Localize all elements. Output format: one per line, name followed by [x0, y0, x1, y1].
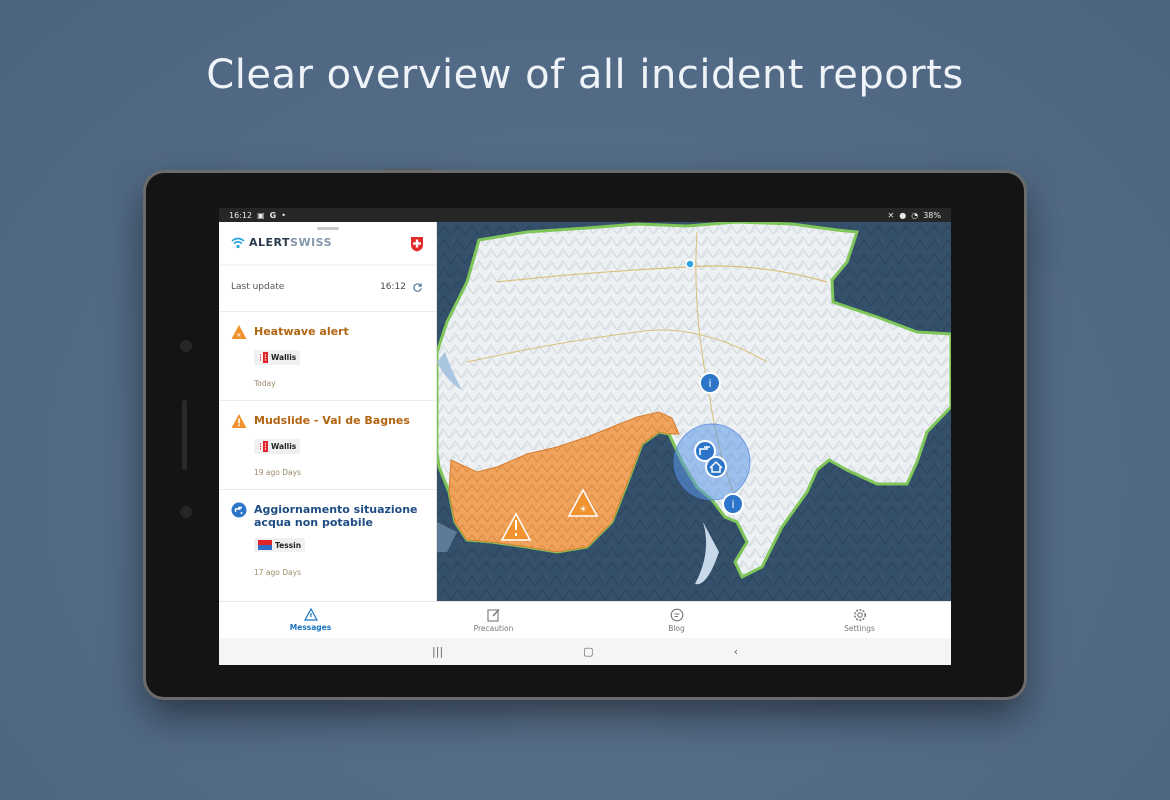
tablet-camera — [180, 506, 192, 518]
brand-part-2: SWISS — [290, 236, 333, 249]
info-marker[interactable]: i — [722, 493, 744, 515]
mute-icon: ✕ — [887, 210, 895, 220]
edit-note-icon — [486, 608, 499, 622]
recent-apps-icon[interactable]: ||| — [432, 645, 443, 658]
last-update-label: Last update — [231, 282, 285, 292]
nav-label: Settings — [844, 623, 875, 633]
refresh-icon[interactable] — [412, 282, 423, 293]
notification-dot-icon: • — [281, 210, 286, 220]
swiss-shield-icon — [411, 237, 423, 252]
svg-text:i: i — [731, 498, 734, 511]
region-name: Wallis — [271, 353, 297, 362]
warning-triangle-icon — [303, 608, 318, 621]
warning-icon — [231, 414, 247, 428]
svg-text:☀: ☀ — [579, 505, 587, 515]
nav-label: Precaution — [473, 623, 514, 633]
tablet-side-button — [182, 400, 187, 470]
status-time: 16:12 — [229, 210, 253, 220]
region-badge: Wallis — [254, 350, 301, 365]
nav-blog[interactable]: Blog — [585, 602, 768, 638]
my-location-dot — [685, 259, 695, 269]
back-icon[interactable]: ‹ — [734, 645, 738, 658]
water-tap-info-icon — [231, 502, 247, 518]
battery-level: 38% — [923, 210, 941, 220]
location-icon: ● — [899, 210, 907, 220]
region-badge: Tessin — [254, 538, 306, 552]
system-navigation-bar: ||| ▢ ‹ — [219, 638, 951, 665]
region-name: Wallis — [271, 442, 297, 451]
brand-part-1: ALERT — [249, 236, 291, 249]
home-icon[interactable]: ▢ — [583, 645, 593, 658]
google-icon: G — [269, 210, 277, 220]
message-title: Aggiornamento situazione acqua non potab… — [254, 503, 418, 529]
bottom-navigation: Messages Precaution Blog Settings — [219, 601, 951, 638]
chat-bubble-icon — [670, 608, 683, 621]
wifi-icon: ◔ — [911, 210, 919, 220]
app-screen: 16:12 ▣ G • ✕ ● ◔ 38% ALERTSWISS Last up… — [219, 208, 951, 665]
message-card-water[interactable]: Aggiornamento situazione acqua non potab… — [219, 489, 436, 589]
nav-messages[interactable]: Messages — [219, 602, 402, 638]
nav-settings[interactable]: Settings — [768, 602, 951, 638]
svg-text:☀: ☀ — [236, 332, 242, 339]
switzerland-map: ☀ i i — [437, 222, 951, 601]
message-card-heatwave[interactable]: ☀ Heatwave alert Wallis Today — [219, 311, 436, 400]
wallis-coat-of-arms-icon — [258, 441, 268, 452]
gallery-icon: ▣ — [257, 210, 265, 220]
region-name: Tessin — [275, 540, 302, 550]
gear-icon — [853, 608, 866, 621]
house-marker[interactable] — [705, 456, 727, 478]
drag-handle[interactable] — [317, 227, 339, 230]
status-bar: 16:12 ▣ G • ✕ ● ◔ 38% — [219, 208, 951, 222]
tablet-sensor — [180, 340, 192, 352]
message-time: 19 ago Days — [254, 468, 301, 477]
wallis-coat-of-arms-icon — [258, 352, 268, 363]
svg-text:i: i — [708, 377, 711, 390]
header-separator — [219, 264, 436, 266]
wifi-alert-icon — [231, 237, 245, 248]
info-marker[interactable]: i — [699, 372, 721, 394]
message-panel: ALERTSWISS Last update 16:12 ☀ Heatwave … — [219, 222, 437, 601]
incident-map[interactable]: ☀ i i — [437, 222, 951, 601]
message-title: Mudslide - Val de Bagnes — [254, 414, 410, 427]
message-time: Today — [254, 379, 276, 388]
nav-label: Messages — [289, 623, 332, 632]
last-update-time: 16:12 — [380, 282, 406, 292]
brand-name: ALERTSWISS — [249, 236, 332, 249]
message-card-mudslide[interactable]: Mudslide - Val de Bagnes Wallis 19 ago D… — [219, 400, 436, 489]
app-logo: ALERTSWISS — [231, 236, 332, 249]
headline: Clear overview of all incident reports — [206, 52, 964, 98]
nav-label: Blog — [668, 623, 685, 633]
message-time: 17 ago Days — [254, 568, 301, 577]
message-title: Heatwave alert — [254, 325, 349, 338]
nav-precaution[interactable]: Precaution — [402, 602, 585, 638]
tessin-coat-of-arms-icon — [258, 540, 272, 550]
heat-warning-icon: ☀ — [231, 325, 247, 339]
region-badge: Wallis — [254, 439, 301, 454]
